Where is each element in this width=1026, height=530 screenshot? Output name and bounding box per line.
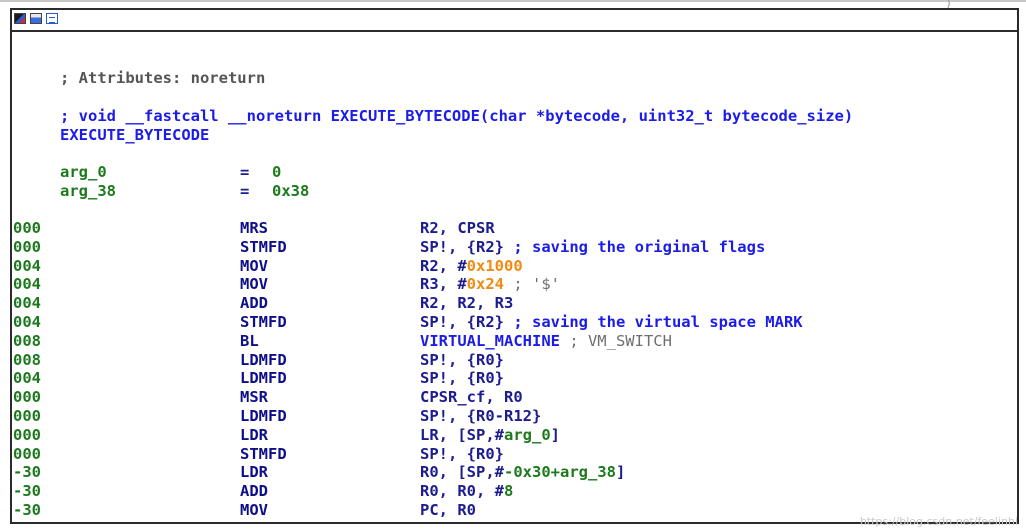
- operand-token[interactable]: PC, R0: [420, 501, 476, 519]
- operand-token[interactable]: R2, CPSR: [420, 219, 495, 237]
- instruction-mnemonic[interactable]: LDMFD: [240, 351, 287, 370]
- instruction-mnemonic[interactable]: ADD: [240, 482, 268, 501]
- stack-offset: 000: [13, 238, 41, 256]
- instruction-mnemonic[interactable]: STMFD: [240, 445, 287, 464]
- instruction-operands[interactable]: PC, R0: [420, 501, 476, 520]
- arg-equals: =: [240, 163, 250, 181]
- stack-offset: 000: [13, 219, 41, 237]
- instruction-mnemonic[interactable]: ADD: [240, 294, 268, 313]
- operand-token[interactable]: VIRTUAL_MACHINE: [420, 332, 560, 350]
- disassembly-listing: ; Attributes: noreturn ; void __fastcall…: [0, 0, 1026, 530]
- instruction-operands[interactable]: R0, [SP,#-0x30+arg_38]: [420, 463, 625, 482]
- attributes-comment: ; Attributes: noreturn: [60, 69, 266, 87]
- operand-token[interactable]: -0x30+: [504, 463, 560, 481]
- operand-token[interactable]: CPSR_cf, R0: [420, 388, 523, 406]
- instruction-mnemonic[interactable]: STMFD: [240, 238, 287, 257]
- operand-token[interactable]: SP!, {R0}: [420, 351, 504, 369]
- instruction-operands[interactable]: R0, R0, #8: [420, 482, 513, 501]
- stack-offset: 000: [13, 426, 41, 444]
- instruction-operands[interactable]: R2, CPSR: [420, 219, 495, 238]
- operand-token[interactable]: LR, [SP,#: [420, 426, 504, 444]
- arg-equals: =: [240, 182, 250, 200]
- operand-token[interactable]: arg_38: [560, 463, 616, 481]
- stack-offset: 004: [13, 275, 41, 293]
- operand-token[interactable]: R2, R2, R3: [420, 294, 513, 312]
- instruction-operands[interactable]: CPSR_cf, R0: [420, 388, 523, 407]
- arg-value: 0x38: [272, 182, 310, 200]
- operand-token: ; VM_SWITCH: [559, 332, 672, 350]
- instruction-operands[interactable]: SP!, {R0-R12}: [420, 407, 541, 426]
- instruction-mnemonic[interactable]: LDMFD: [240, 407, 287, 426]
- operand-token[interactable]: SP!, {R0}: [420, 445, 504, 463]
- stack-offset: -30: [13, 501, 41, 519]
- instruction-operands[interactable]: LR, [SP,#arg_0]: [420, 426, 560, 445]
- stack-offset: 000: [13, 445, 41, 463]
- arg-name[interactable]: arg_0: [60, 163, 107, 182]
- instruction-operands[interactable]: R2, #0x1000: [420, 257, 523, 276]
- instruction-operands[interactable]: R3, #0x24 ; '$': [420, 275, 560, 294]
- stack-offset: 004: [13, 257, 41, 275]
- function-name-label[interactable]: EXECUTE_BYTECODE: [60, 126, 209, 145]
- operand-token[interactable]: SP!, {R2}: [420, 238, 504, 256]
- operand-token: ; '$': [504, 275, 560, 293]
- instruction-mnemonic[interactable]: MRS: [240, 219, 268, 238]
- operand-token[interactable]: ]: [616, 463, 625, 481]
- operand-token[interactable]: R2, #: [420, 257, 467, 275]
- stack-offset: -30: [13, 463, 41, 481]
- instruction-operands[interactable]: R2, R2, R3: [420, 294, 513, 313]
- operand-token[interactable]: SP!, {R2}: [420, 313, 504, 331]
- operand-token[interactable]: 0x1000: [467, 257, 523, 275]
- instruction-operands[interactable]: VIRTUAL_MACHINE ; VM_SWITCH: [420, 332, 672, 351]
- operand-token[interactable]: R0, R0, #: [420, 482, 504, 500]
- operand-token[interactable]: ]: [551, 426, 560, 444]
- instruction-operands[interactable]: SP!, {R0}: [420, 369, 504, 388]
- function-prototype-comment: ; void __fastcall __noreturn EXECUTE_BYT…: [60, 107, 854, 125]
- instruction-mnemonic[interactable]: BL: [240, 332, 259, 351]
- instruction-mnemonic[interactable]: MOV: [240, 257, 268, 276]
- operand-token[interactable]: arg_0: [504, 426, 551, 444]
- operand-token[interactable]: SP!, {R0}: [420, 369, 504, 387]
- instruction-mnemonic[interactable]: MOV: [240, 501, 268, 520]
- instruction-mnemonic[interactable]: LDMFD: [240, 369, 287, 388]
- operand-token[interactable]: R3, #: [420, 275, 467, 293]
- arg-name[interactable]: arg_38: [60, 182, 116, 201]
- instruction-operands[interactable]: SP!, {R0}: [420, 445, 504, 464]
- stack-offset: 008: [13, 332, 41, 350]
- watermark: https://blog.csdn.net/feelinhi: [859, 515, 1018, 528]
- stack-offset: 004: [13, 294, 41, 312]
- arg-value: 0: [272, 163, 282, 181]
- stack-offset: 004: [13, 313, 41, 331]
- stack-offset: 000: [13, 407, 41, 425]
- stack-offset: 008: [13, 351, 41, 369]
- operand-token[interactable]: R0, [SP,#: [420, 463, 504, 481]
- stack-offset: 004: [13, 369, 41, 387]
- operand-token[interactable]: 8: [504, 482, 513, 500]
- instruction-mnemonic[interactable]: MSR: [240, 388, 268, 407]
- operand-token[interactable]: 0x24: [467, 275, 504, 293]
- operand-token[interactable]: ; saving the virtual space MARK: [504, 313, 802, 331]
- instruction-mnemonic[interactable]: LDR: [240, 426, 268, 445]
- stack-offset: 000: [13, 388, 41, 406]
- operand-token[interactable]: SP!, {R0-R12}: [420, 407, 541, 425]
- instruction-mnemonic[interactable]: STMFD: [240, 313, 287, 332]
- instruction-operands[interactable]: SP!, {R0}: [420, 351, 504, 370]
- stack-offset: -30: [13, 482, 41, 500]
- operand-token[interactable]: ; saving the original flags: [504, 238, 765, 256]
- instruction-operands[interactable]: SP!, {R2} ; saving the virtual space MAR…: [420, 313, 803, 332]
- instruction-operands[interactable]: SP!, {R2} ; saving the original flags: [420, 238, 765, 257]
- instruction-mnemonic[interactable]: LDR: [240, 463, 268, 482]
- instruction-mnemonic[interactable]: MOV: [240, 275, 268, 294]
